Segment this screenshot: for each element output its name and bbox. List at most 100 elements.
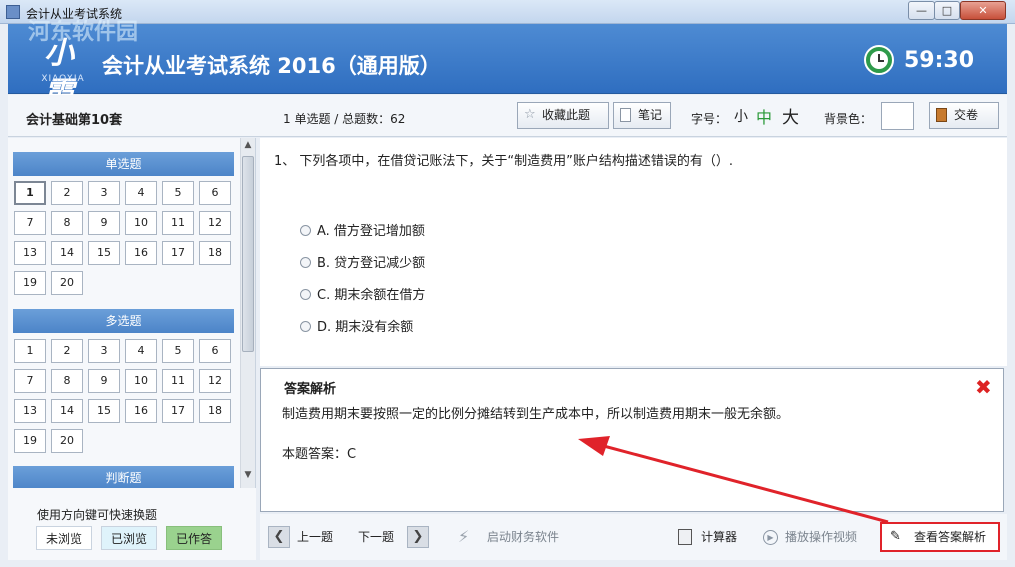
bottom-toolbar: ❮ 上一题 下一题 ❯ ⚡ 启动财务软件 计算器 ▶ 播放操作视频 ✎ 查看答案…	[260, 514, 1007, 560]
question-number-button[interactable]: 12	[199, 211, 231, 235]
section-header-multiple: 多选题	[13, 309, 234, 333]
correct-answer: 本题答案：C	[282, 447, 357, 462]
option-a[interactable]: A. 借方登记增加额	[300, 220, 425, 239]
question-number-button[interactable]: 4	[125, 339, 157, 363]
background-color-picker[interactable]	[881, 102, 914, 130]
question-number-button[interactable]: 15	[88, 241, 120, 265]
question-number-button[interactable]: 8	[51, 369, 83, 393]
font-medium-option[interactable]: 中	[756, 104, 772, 128]
question-number-button[interactable]: 16	[125, 399, 157, 423]
app-title: 会计从业考试系统 2016（通用版）	[102, 54, 441, 78]
option-c[interactable]: C. 期末余额在借方	[300, 284, 425, 303]
scroll-thumb[interactable]	[242, 156, 254, 352]
question-number-button[interactable]: 13	[14, 241, 46, 265]
font-small-option[interactable]: 小	[734, 106, 748, 126]
question-number-button[interactable]: 7	[14, 211, 46, 235]
question-number-button[interactable]: 15	[88, 399, 120, 423]
question-number-button[interactable]: 20	[51, 271, 83, 295]
question-number-button[interactable]: 5	[162, 339, 194, 363]
question-number-button[interactable]: 2	[51, 181, 83, 205]
legend-unseen: 未浏览	[36, 526, 92, 550]
legend-answered: 已作答	[166, 526, 222, 550]
question-number-button[interactable]: 19	[14, 271, 46, 295]
analysis-text: 制造费用期末要按照一定的比例分摊结转到生产成本中，所以制造费用期末一般无余额。	[282, 407, 790, 422]
radio-icon[interactable]	[300, 321, 311, 332]
note-button[interactable]: 笔记	[613, 102, 671, 129]
close-icon[interactable]: ✖	[975, 375, 992, 399]
question-number-button[interactable]: 14	[51, 241, 83, 265]
next-question-button[interactable]: 下一题	[358, 526, 394, 548]
navigator-scrollbar[interactable]: ▲ ▼	[240, 138, 255, 488]
window-titlebar: 会计从业考试系统 — □ ✕	[0, 0, 1015, 24]
question-number-button[interactable]: 17	[162, 241, 194, 265]
question-number-button[interactable]: 1	[14, 181, 46, 205]
play-video-button[interactable]: 播放操作视频	[785, 526, 857, 548]
next-arrow-icon[interactable]: ❯	[407, 526, 429, 548]
submit-label: 交卷	[954, 108, 979, 122]
question-number-button[interactable]: 10	[125, 211, 157, 235]
question-number-button[interactable]: 6	[199, 181, 231, 205]
scroll-up-arrow-icon[interactable]: ▲	[242, 140, 254, 154]
option-b[interactable]: B. 贷方登记减少额	[300, 252, 425, 271]
radio-icon[interactable]	[300, 289, 311, 300]
question-number-button[interactable]: 3	[88, 339, 120, 363]
background-color-label: 背景色：	[824, 112, 873, 126]
question-number-button[interactable]: 6	[199, 339, 231, 363]
question-number-button[interactable]: 9	[88, 369, 120, 393]
question-number-button[interactable]: 13	[14, 399, 46, 423]
question-navigator: 单选题 1 2 3 4 5 6 7 8 9 10 11 12 13 14 15 16 17 18 19 20 多选题 …	[8, 138, 256, 488]
question-number-button[interactable]: 4	[125, 181, 157, 205]
calculator-button[interactable]: 计算器	[701, 526, 737, 548]
question-number-button[interactable]: 8	[51, 211, 83, 235]
question-number-button[interactable]: 3	[88, 181, 120, 205]
finance-software-icon[interactable]: ⚡	[458, 526, 478, 548]
watermark: 河东软件园	[28, 20, 139, 45]
question-number-button[interactable]: 19	[14, 429, 46, 453]
view-analysis-button[interactable]: ✎ 查看答案解析	[880, 522, 1000, 552]
section-header-judgment: 判断题	[13, 466, 234, 488]
question-number-button[interactable]: 11	[162, 211, 194, 235]
analysis-title: 答案解析	[284, 382, 337, 397]
question-number-button[interactable]: 5	[162, 181, 194, 205]
question-number-button[interactable]: 9	[88, 211, 120, 235]
question-number-button[interactable]: 20	[51, 429, 83, 453]
question-number-button[interactable]: 7	[14, 369, 46, 393]
question-number-button[interactable]: 18	[199, 399, 231, 423]
play-icon[interactable]: ▶	[763, 530, 778, 545]
info-bar: 会计基础第10套 1 单选题 / 总题数：62 ☆ 收藏此题 笔记 字号： 小 …	[8, 95, 1007, 137]
question-number-button[interactable]: 17	[162, 399, 194, 423]
radio-icon[interactable]	[300, 257, 311, 268]
prev-question-button[interactable]: 上一题	[297, 526, 333, 548]
option-label: C. 期末余额在借方	[317, 288, 426, 303]
question-number-button[interactable]: 14	[51, 399, 83, 423]
question-number-button[interactable]: 2	[51, 339, 83, 363]
question-number-button[interactable]: 10	[125, 369, 157, 393]
question-progress: 1 单选题 / 总题数：62	[283, 112, 406, 126]
maximize-button[interactable]: □	[934, 1, 960, 20]
edit-icon: ✎	[890, 529, 901, 544]
exam-set-name: 会计基础第10套	[26, 113, 123, 128]
question-number-button[interactable]: 18	[199, 241, 231, 265]
app-icon	[6, 5, 20, 19]
favorite-button[interactable]: ☆ 收藏此题	[517, 102, 609, 129]
prev-arrow-icon[interactable]: ❮	[268, 526, 290, 548]
question-number-button[interactable]: 1	[14, 339, 46, 363]
option-label: A. 借方登记增加额	[317, 224, 425, 239]
question-number-button[interactable]: 11	[162, 369, 194, 393]
launch-finance-software-button[interactable]: 启动财务软件	[487, 526, 559, 548]
option-d[interactable]: D. 期末没有余额	[300, 316, 413, 335]
minimize-button[interactable]: —	[908, 1, 935, 20]
countdown-timer: 59:30	[904, 48, 975, 73]
question-text: 1、 下列各项中，在借贷记账法下，关于“制造费用”账户结构描述错误的有（）.	[274, 154, 734, 169]
font-large-option[interactable]: 大	[782, 103, 799, 128]
door-icon	[936, 108, 947, 122]
clock-icon	[864, 45, 894, 75]
legend-seen: 已浏览	[101, 526, 157, 550]
question-number-button[interactable]: 16	[125, 241, 157, 265]
close-window-button[interactable]: ✕	[960, 1, 1006, 20]
scroll-down-arrow-icon[interactable]: ▼	[242, 470, 254, 484]
question-number-button[interactable]: 12	[199, 369, 231, 393]
radio-icon[interactable]	[300, 225, 311, 236]
calculator-icon[interactable]	[678, 529, 692, 545]
submit-exam-button[interactable]: 交卷	[929, 102, 999, 129]
